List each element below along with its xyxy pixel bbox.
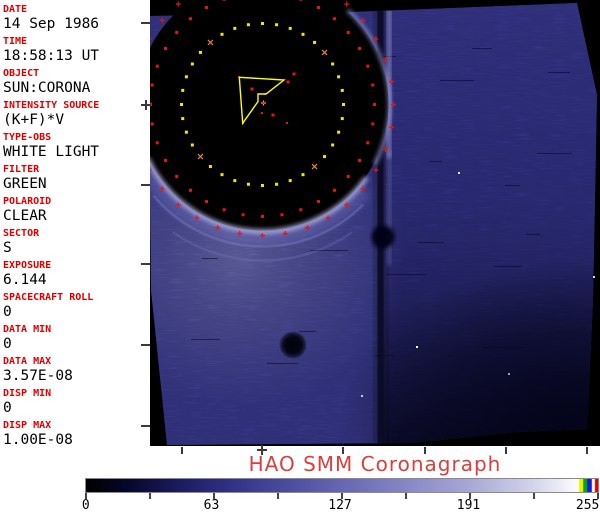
field-value: WHITE LIGHT <box>3 144 150 161</box>
field-value: 14 Sep 1986 <box>3 16 150 33</box>
field-label: DISP MAX <box>3 419 150 432</box>
axis-tick <box>141 22 150 24</box>
field-value: 3.57E-08 <box>3 368 150 385</box>
colorbar-tick-label: 63 <box>204 499 220 512</box>
field-value: GREEN <box>3 176 150 193</box>
field-label: FILTER <box>3 163 150 176</box>
field-label: SPACECRAFT ROLL <box>3 291 150 304</box>
sidebar-field: DISP MAX1.00E-08 <box>3 419 150 451</box>
colorbar-gradient <box>86 479 598 492</box>
metadata-sidebar: DATE14 Sep 1986TIME18:58:13 UTOBJECTSUN:… <box>0 0 150 460</box>
axis-tick <box>141 184 150 186</box>
axis-tick <box>424 447 426 454</box>
field-value: 6.144 <box>3 272 150 289</box>
field-label: OBJECT <box>3 67 150 80</box>
colorbar-tick-label: 191 <box>457 499 480 512</box>
field-value: CLEAR <box>3 208 150 225</box>
colorbar-tick-label: 127 <box>328 499 351 512</box>
sidebar-fields: DATE14 Sep 1986TIME18:58:13 UTOBJECTSUN:… <box>3 3 150 451</box>
dark-artifact-spot <box>279 331 307 359</box>
sidebar-field: INTENSITY SOURCE(K+F)*V <box>3 99 150 131</box>
field-value: SUN:CORONA <box>3 80 150 97</box>
coronagraph-image-area <box>150 0 600 446</box>
sidebar-field: OBJECTSUN:CORONA <box>3 67 150 99</box>
sidebar-field: SECTORS <box>3 227 150 259</box>
field-label: TIME <box>3 35 150 48</box>
colorbar-tick <box>405 493 407 499</box>
axis-tick <box>145 100 147 110</box>
axis-tick <box>505 447 507 454</box>
axis-tick <box>342 447 344 454</box>
field-label: SECTOR <box>3 227 150 240</box>
field-value: 0 <box>3 304 150 321</box>
field-label: DISP MIN <box>3 387 150 400</box>
pylon-knob <box>372 226 395 249</box>
sidebar-field: DATA MIN0 <box>3 323 150 355</box>
sidebar-field: FILTERGREEN <box>3 163 150 195</box>
sidebar-field: EXPOSURE6.144 <box>3 259 150 291</box>
coronagraph-image <box>150 0 600 446</box>
field-label: DATA MIN <box>3 323 150 336</box>
field-value: (K+F)*V <box>3 112 150 129</box>
field-value: 0 <box>3 336 150 353</box>
axis-tick <box>181 447 183 454</box>
sidebar-field: POLAROIDCLEAR <box>3 195 150 227</box>
colorbar-tick <box>277 493 279 499</box>
field-label: DATA MAX <box>3 355 150 368</box>
field-label: DATE <box>3 3 150 16</box>
colorbar-tick-label: 0 <box>82 499 90 512</box>
smm-coronagraph-viewer: { "window": {"width": 600, "height": 512… <box>0 0 600 512</box>
instrument-title: HAO SMM Coronagraph <box>150 452 600 476</box>
sidebar-field: TYPE-OBSWHITE LIGHT <box>3 131 150 163</box>
colorbar-tick <box>149 493 151 499</box>
axis-tick <box>261 445 263 455</box>
field-label: TYPE-OBS <box>3 131 150 144</box>
field-label: POLAROID <box>3 195 150 208</box>
field-label: INTENSITY SOURCE <box>3 99 150 112</box>
field-value: 1.00E-08 <box>3 432 150 449</box>
field-value: S <box>3 240 150 257</box>
colorbar <box>85 478 599 493</box>
colorbar-tick-label: 255 <box>576 499 599 512</box>
axis-tick <box>141 425 150 427</box>
sidebar-field: TIME18:58:13 UT <box>3 35 150 67</box>
field-value: 18:58:13 UT <box>3 48 150 65</box>
field-value: 0 <box>3 400 150 417</box>
sidebar-field: SPACECRAFT ROLL0 <box>3 291 150 323</box>
sidebar-field: DISP MIN0 <box>3 387 150 419</box>
sidebar-field: DATA MAX3.57E-08 <box>3 355 150 387</box>
field-label: EXPOSURE <box>3 259 150 272</box>
colorbar-tick <box>533 493 535 499</box>
axis-tick <box>141 344 150 346</box>
axis-tick <box>141 263 150 265</box>
axis-tick <box>586 447 588 454</box>
pylon-bright-edge <box>387 150 392 265</box>
sidebar-field: DATE14 Sep 1986 <box>3 3 150 35</box>
